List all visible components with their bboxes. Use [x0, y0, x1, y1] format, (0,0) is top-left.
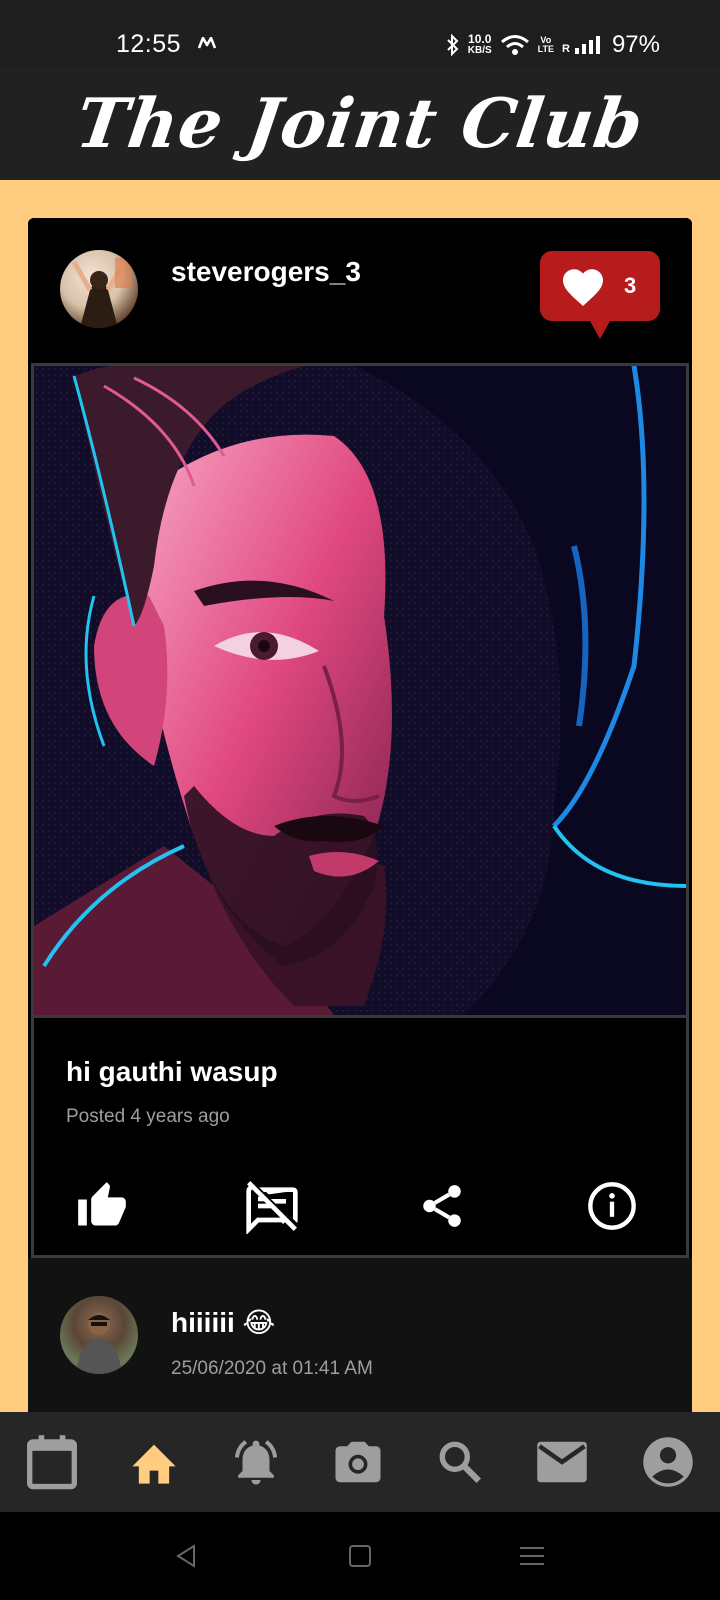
comments-disabled-icon	[246, 1181, 298, 1234]
account-icon	[643, 1437, 693, 1487]
status-icons: 10.0 KB/S Vo LTE R 97%	[446, 30, 660, 60]
comment-timestamp: 25/06/2020 at 01:41 AM	[171, 1358, 373, 1379]
share-icon	[423, 1185, 461, 1227]
info-button[interactable]	[584, 1178, 640, 1234]
comment-item: hiiiiii 😂 25/06/2020 at 01:41 AM	[28, 1258, 692, 1418]
mail-icon	[537, 1441, 587, 1483]
post-caption: hi gauthi wasup	[66, 1056, 278, 1087]
share-button[interactable]	[414, 1178, 470, 1234]
camera-icon	[335, 1441, 381, 1483]
nav-camera[interactable]	[328, 1432, 388, 1492]
nav-messages[interactable]	[532, 1432, 592, 1492]
post-header: steverogers_3 3	[28, 218, 692, 363]
status-bar: 12:55 10.0 KB/S Vo LTE R 97%	[0, 0, 720, 68]
title-bar: The Joint Club	[0, 68, 720, 180]
system-recents-button[interactable]	[514, 1540, 550, 1572]
thumb-up-icon	[78, 1182, 126, 1226]
calendar-icon	[27, 1435, 77, 1490]
signal-icon	[574, 36, 600, 54]
post-username[interactable]: steverogers_3	[171, 256, 361, 288]
post-actions	[34, 1178, 692, 1238]
system-home-button[interactable]	[342, 1540, 378, 1572]
home-square-icon	[349, 1545, 371, 1567]
avatar[interactable]	[60, 250, 138, 328]
search-icon	[439, 1441, 481, 1483]
nav-home[interactable]	[124, 1432, 184, 1492]
status-time: 12:55	[116, 30, 182, 58]
net-speed: 10.0 KB/S	[467, 32, 492, 56]
post-timestamp: Posted 4 years ago	[66, 1106, 230, 1127]
nav-profile[interactable]	[638, 1432, 698, 1492]
app-title: The Joint Club	[71, 84, 649, 164]
info-icon	[588, 1182, 636, 1230]
app-notification-icon	[198, 37, 216, 49]
heart-icon	[563, 269, 603, 306]
like-button[interactable]	[74, 1178, 130, 1234]
nav-search[interactable]	[430, 1432, 490, 1492]
comment-text: hiiiiii 😂	[171, 1307, 276, 1338]
system-back-button[interactable]	[168, 1540, 204, 1572]
volte-indicator: Vo LTE	[537, 35, 554, 54]
nav-notifications[interactable]	[226, 1432, 286, 1492]
bluetooth-icon	[447, 34, 459, 56]
post-card: steverogers_3 3 hi gauthi wasup Posted 4…	[28, 218, 692, 1418]
battery-level: 97%	[611, 31, 660, 58]
home-icon	[132, 1444, 176, 1484]
commenter-avatar[interactable]	[60, 1296, 138, 1374]
notifications-icon	[234, 1440, 278, 1485]
comments-disabled-button[interactable]	[244, 1178, 300, 1234]
post-image[interactable]	[31, 363, 689, 1018]
roaming-indicator: R	[562, 43, 570, 55]
like-count-badge[interactable]: 3	[540, 251, 660, 339]
nav-events[interactable]	[22, 1432, 82, 1492]
recents-menu-icon	[520, 1547, 544, 1565]
back-triangle-icon	[176, 1544, 195, 1568]
post-caption-area: hi gauthi wasup Posted 4 years ago	[31, 1018, 689, 1258]
wifi-icon	[500, 35, 529, 55]
system-navigation-bar	[0, 1512, 720, 1600]
bottom-navigation	[0, 1412, 720, 1512]
like-count: 3	[624, 273, 637, 298]
